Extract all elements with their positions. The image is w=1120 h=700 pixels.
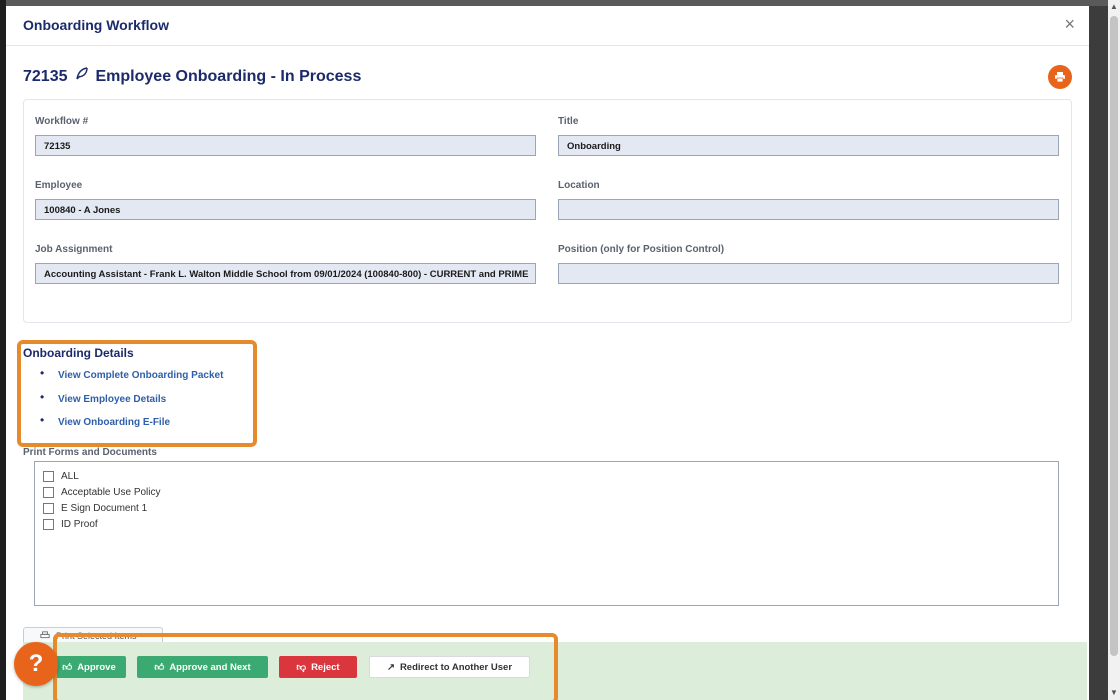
thumbs-up-icon: 👍︎	[62, 662, 73, 673]
location-field: Location	[558, 180, 1059, 220]
position-input[interactable]	[558, 263, 1059, 284]
checkbox[interactable]	[43, 519, 54, 530]
list-item: View Complete Onboarding Packet	[40, 362, 223, 386]
approve-button[interactable]: 👍︎ Approve	[52, 656, 126, 678]
onboarding-details-title: Onboarding Details	[23, 346, 134, 360]
field-label: Title	[558, 116, 579, 127]
print-forms-list: ALL Acceptable Use Policy E Sign Documen…	[34, 461, 1059, 606]
scroll-down-icon[interactable]: ▼	[1110, 688, 1118, 697]
workflow-info-card: Workflow # 72135 Title Onboarding Employ…	[23, 99, 1072, 323]
page-title: 72135 Employee Onboarding - In Process	[23, 66, 361, 87]
job-assignment-field: Job Assignment Accounting Assistant - Fr…	[35, 244, 536, 284]
thumbs-down-icon: 👎︎	[296, 662, 307, 673]
onboarding-details-list: View Complete Onboarding Packet View Emp…	[40, 362, 223, 433]
field-label: Job Assignment	[35, 244, 113, 255]
print-selected-label: Print Selected Items	[56, 631, 137, 641]
location-input[interactable]	[558, 199, 1059, 220]
field-label: Position (only for Position Control)	[558, 244, 725, 255]
trend-arrow-icon: ↗	[386, 661, 395, 673]
form-item-label: ALL	[61, 471, 79, 482]
form-item-label: E Sign Document 1	[61, 503, 148, 514]
workflow-number-field: Workflow # 72135	[35, 116, 536, 156]
reject-button[interactable]: 👎︎ Reject	[279, 656, 357, 678]
checkbox[interactable]	[43, 487, 54, 498]
thumbs-up-icon: 👍︎	[154, 662, 165, 673]
approve-next-label: Approve and Next	[169, 661, 251, 673]
workflow-id: 72135	[23, 67, 68, 85]
checkbox[interactable]	[43, 503, 54, 514]
printer-icon	[40, 631, 50, 639]
feather-icon	[74, 66, 90, 87]
title-input[interactable]: Onboarding	[558, 135, 1059, 156]
approve-label: Approve	[77, 661, 116, 673]
modal-header: Onboarding Workflow ×	[6, 6, 1089, 46]
form-item-label: ID Proof	[61, 519, 98, 530]
scrollbar[interactable]: ▲ ▼	[1108, 0, 1120, 700]
employee-field: Employee 100840 - A Jones	[35, 180, 536, 220]
redirect-button[interactable]: ↗ Redirect to Another User	[369, 656, 530, 678]
redirect-label: Redirect to Another User	[399, 661, 513, 673]
help-button[interactable]: ?	[14, 642, 58, 686]
print-button[interactable]	[1048, 65, 1072, 89]
printer-icon	[1055, 72, 1065, 83]
list-item: View Employee Details	[40, 386, 223, 410]
onboarding-workflow-modal: Onboarding Workflow × 72135 Employee Onb…	[6, 6, 1089, 700]
form-item-esign: E Sign Document 1	[43, 503, 147, 514]
field-label: Location	[558, 180, 600, 191]
workflow-heading: Employee Onboarding - In Process	[95, 67, 362, 85]
scroll-up-icon[interactable]: ▲	[1110, 2, 1118, 11]
print-forms-label: Print Forms and Documents	[23, 447, 157, 458]
modal-title: Onboarding Workflow	[23, 17, 169, 33]
checkbox[interactable]	[43, 471, 54, 482]
view-employee-details-link[interactable]: View Employee Details	[58, 394, 166, 405]
form-item-all: ALL	[43, 471, 79, 482]
position-field: Position (only for Position Control)	[558, 244, 1059, 284]
close-button[interactable]: ×	[1064, 15, 1075, 33]
job-assignment-input[interactable]: Accounting Assistant - Frank L. Walton M…	[35, 263, 536, 284]
form-item-id-proof: ID Proof	[43, 519, 98, 530]
title-field: Title Onboarding	[558, 116, 1059, 156]
approve-and-next-button[interactable]: 👍︎ Approve and Next	[137, 656, 268, 678]
list-item: View Onboarding E-File	[40, 409, 223, 433]
view-efile-link[interactable]: View Onboarding E-File	[58, 417, 170, 428]
field-label: Workflow #	[35, 116, 89, 127]
view-packet-link[interactable]: View Complete Onboarding Packet	[58, 370, 223, 381]
reject-label: Reject	[311, 661, 340, 673]
form-item-label: Acceptable Use Policy	[61, 487, 161, 498]
field-label: Employee	[35, 180, 83, 191]
scroll-thumb[interactable]	[1110, 16, 1118, 656]
workflow-number-input[interactable]: 72135	[35, 135, 536, 156]
employee-input[interactable]: 100840 - A Jones	[35, 199, 536, 220]
form-item-acceptable-use: Acceptable Use Policy	[43, 487, 161, 498]
